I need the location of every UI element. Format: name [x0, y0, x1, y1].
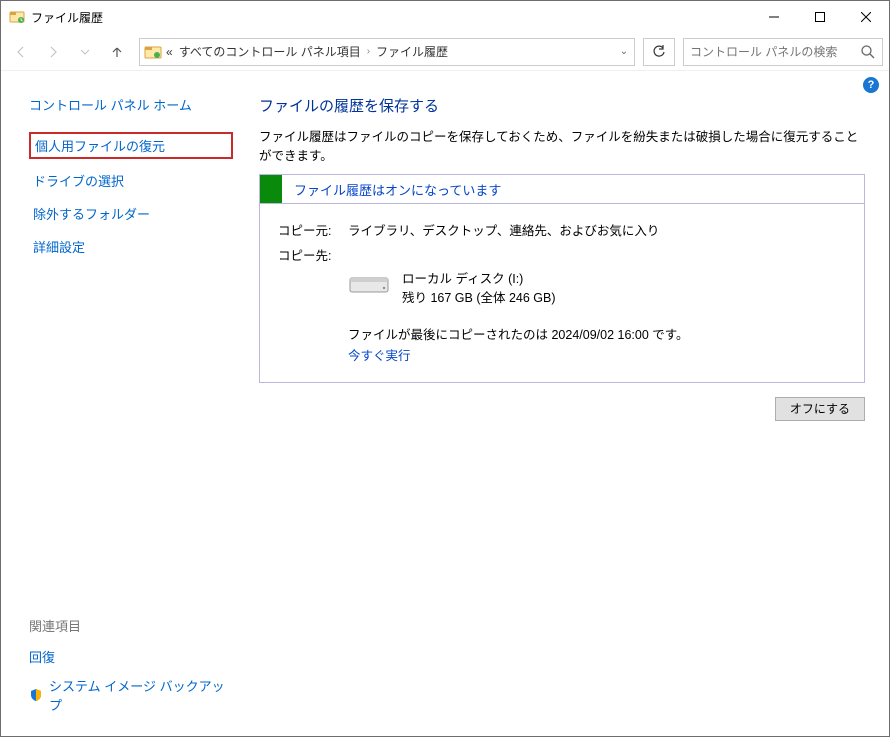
turn-off-button[interactable]: オフにする [775, 397, 865, 421]
breadcrumb[interactable]: « すべてのコントロール パネル項目 › ファイル履歴 [166, 43, 610, 60]
nav-forward-button[interactable] [39, 38, 67, 66]
toolbar: « すべてのコントロール パネル項目 › ファイル履歴 ⌄ [1, 33, 889, 71]
window-controls [751, 1, 889, 33]
folder-icon [144, 43, 162, 61]
related-label: システム イメージ バックアップ [49, 676, 233, 714]
copy-from-label: コピー元: [278, 220, 348, 239]
window-title: ファイル履歴 [31, 9, 751, 26]
disk-space: 残り 167 GB (全体 246 GB) [402, 289, 556, 308]
related-recovery-link[interactable]: 回復 [29, 647, 233, 666]
breadcrumb-prefix: « [166, 45, 173, 59]
refresh-button[interactable] [643, 38, 675, 66]
shield-icon [29, 688, 43, 702]
copy-from-value: ライブラリ、デスクトップ、連絡先、およびお気に入り [348, 220, 659, 239]
chevron-right-icon: › [367, 46, 370, 57]
related-title: 関連項目 [29, 616, 233, 635]
last-copy-text: ファイルが最後にコピーされたのは 2024/09/02 16:00 です。 [348, 324, 846, 343]
help-icon[interactable]: ? [863, 77, 879, 93]
status-bar: ファイル履歴はオンになっています [259, 174, 865, 204]
nav-up-button[interactable] [103, 38, 131, 66]
disk-name: ローカル ディスク (I:) [402, 270, 556, 289]
app-icon [9, 9, 25, 25]
nav-back-button[interactable] [7, 38, 35, 66]
sidebar-item-advanced[interactable]: 詳細設定 [29, 235, 233, 258]
main-panel: ファイルの履歴を保存する ファイル履歴はファイルのコピーを保存しておくため、ファ… [251, 71, 889, 736]
content-area: ? コントロール パネル ホーム 個人用ファイルの復元 ドライブの選択 除外する… [1, 71, 889, 736]
nav-recent-dropdown[interactable] [71, 38, 99, 66]
page-heading: ファイルの履歴を保存する [259, 95, 865, 116]
search-input[interactable] [690, 45, 860, 59]
sidebar-item-restore[interactable]: 個人用ファイルの復元 [29, 132, 233, 159]
sidebar-home-link[interactable]: コントロール パネル ホーム [29, 95, 233, 114]
sidebar-item-exclude-folders[interactable]: 除外するフォルダー [29, 202, 233, 225]
status-indicator-icon [260, 175, 282, 203]
status-text: ファイル履歴はオンになっています [282, 180, 501, 199]
search-icon[interactable] [860, 44, 876, 60]
sidebar-item-select-drive[interactable]: ドライブの選択 [29, 169, 233, 192]
search-box[interactable] [683, 38, 883, 66]
info-box: コピー元: ライブラリ、デスクトップ、連絡先、およびお気に入り コピー先: ロー… [259, 204, 865, 383]
breadcrumb-item[interactable]: すべてのコントロール パネル項目 [179, 43, 361, 60]
close-button[interactable] [843, 1, 889, 33]
maximize-button[interactable] [797, 1, 843, 33]
titlebar: ファイル履歴 [1, 1, 889, 33]
minimize-button[interactable] [751, 1, 797, 33]
address-bar[interactable]: « すべてのコントロール パネル項目 › ファイル履歴 ⌄ [139, 38, 635, 66]
address-dropdown[interactable]: ⌄ [614, 46, 634, 57]
disk-icon [348, 272, 390, 296]
related-backup-link[interactable]: システム イメージ バックアップ [29, 676, 233, 714]
run-now-link[interactable]: 今すぐ実行 [348, 345, 411, 364]
sidebar: コントロール パネル ホーム 個人用ファイルの復元 ドライブの選択 除外するフォ… [1, 71, 251, 736]
page-description: ファイル履歴はファイルのコピーを保存しておくため、ファイルを紛失または破損した場… [259, 126, 865, 164]
breadcrumb-item[interactable]: ファイル履歴 [376, 43, 448, 60]
related-label: 回復 [29, 647, 55, 666]
copy-to-label: コピー先: [278, 245, 348, 264]
